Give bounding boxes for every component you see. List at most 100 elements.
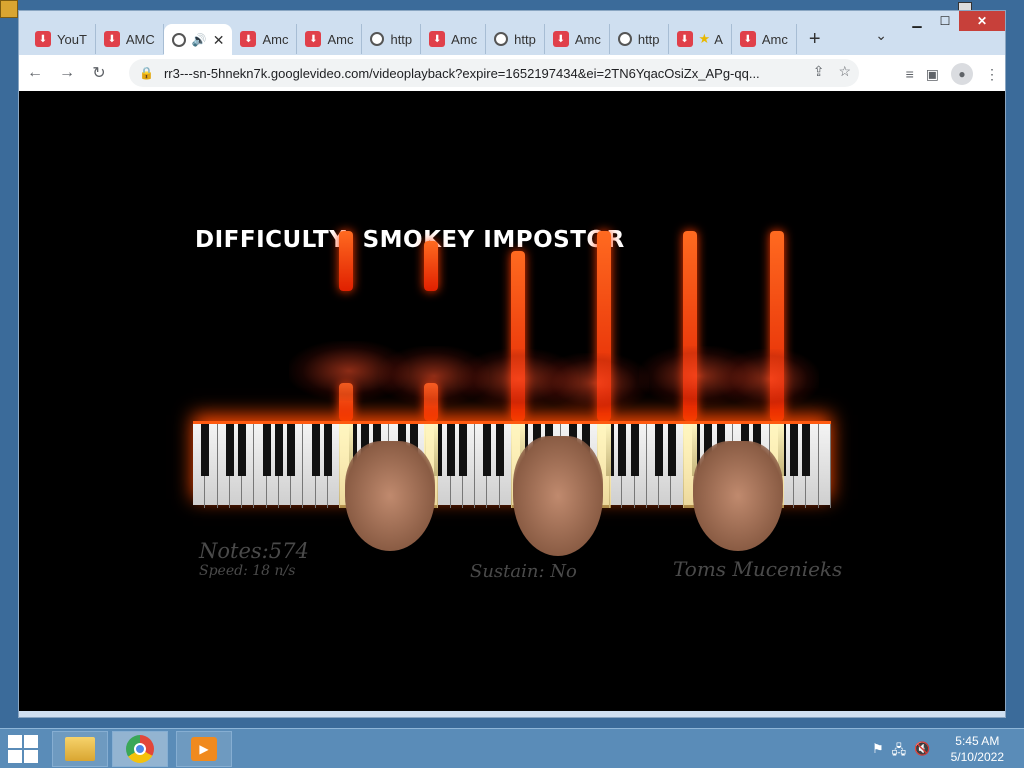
chrome-icon bbox=[126, 735, 154, 763]
clock-date: 5/10/2022 bbox=[950, 750, 1004, 764]
piano-black-key bbox=[225, 424, 234, 476]
lock-icon[interactable]: 🔒 bbox=[139, 66, 154, 80]
download-icon: ⬇ bbox=[739, 31, 756, 47]
browser-window: ⬇ YouT ⬇ AMC 🔊 ✕ ⬇ Amc ⬇ Amc http ⬇ Amc http ⬇… bbox=[18, 10, 1006, 718]
piano-black-key bbox=[790, 424, 799, 476]
tab-5[interactable]: ⬇ Amc bbox=[297, 24, 363, 54]
piano-black-key bbox=[274, 424, 283, 476]
start-button[interactable] bbox=[8, 735, 38, 763]
left-hand bbox=[345, 441, 435, 551]
piano-black-key bbox=[802, 424, 811, 476]
network-icon[interactable]: 🖧 bbox=[892, 741, 907, 763]
piano-black-key bbox=[311, 424, 320, 476]
falling-note bbox=[424, 241, 438, 291]
globe-icon bbox=[617, 32, 632, 46]
tab-strip: ⬇ YouT ⬇ AMC 🔊 ✕ ⬇ Amc ⬇ Amc http ⬇ Amc http ⬇… bbox=[27, 23, 821, 56]
media-player-taskbar-button[interactable]: ▶ bbox=[176, 731, 232, 767]
tab-search-chevron-icon[interactable]: ⌄ bbox=[875, 27, 887, 44]
tab-label: A bbox=[714, 31, 723, 47]
tab-12[interactable]: ⬇ Amc bbox=[732, 24, 797, 54]
tab-11[interactable]: ⬇ ★ A bbox=[669, 24, 732, 54]
piano-black-key bbox=[630, 424, 639, 476]
speed-readout: Speed: 18 n/s bbox=[199, 563, 296, 579]
volume-muted-icon[interactable]: 🔇 bbox=[914, 741, 930, 763]
smoke-effect bbox=[539, 353, 649, 413]
piano-black-key bbox=[483, 424, 492, 476]
video-player[interactable]: DIFFICULTY: SMOKEY IMPOSTOR Notes:574 Sp… bbox=[19, 91, 1005, 711]
menu-kebab-icon[interactable]: ⋮ bbox=[985, 66, 999, 83]
title-bar: ⬇ YouT ⬇ AMC 🔊 ✕ ⬇ Amc ⬇ Amc http ⬇ Amc http ⬇… bbox=[19, 11, 1005, 56]
piano-black-key bbox=[667, 424, 676, 476]
close-window-button[interactable]: ✕ bbox=[959, 11, 1005, 31]
tab-6[interactable]: http bbox=[362, 24, 422, 54]
tab-4[interactable]: ⬇ Amc bbox=[232, 24, 298, 54]
globe-icon bbox=[171, 33, 186, 47]
tab-label: AMC bbox=[125, 31, 155, 47]
window-controls: ▁ ☐ ✕ bbox=[903, 11, 1005, 33]
desktop-icon-corner bbox=[0, 0, 18, 18]
media-control-icon[interactable]: ≡ bbox=[906, 66, 914, 82]
url-text[interactable]: rr3---sn-5hnekn7k.googlevideo.com/videop… bbox=[164, 66, 804, 81]
piano-black-key bbox=[323, 424, 332, 476]
tab-label: Amc bbox=[761, 31, 788, 47]
tab-2[interactable]: ⬇ AMC bbox=[96, 24, 164, 54]
profile-avatar-icon[interactable]: ● bbox=[951, 63, 973, 85]
download-icon: ⬇ bbox=[103, 31, 120, 47]
folder-icon bbox=[65, 737, 95, 761]
share-icon[interactable]: ⇪ bbox=[813, 63, 825, 80]
address-bar[interactable]: 🔒 rr3---sn-5hnekn7k.googlevideo.com/vide… bbox=[129, 59, 859, 87]
system-tray: ⚑ 🖧 🔇 bbox=[872, 741, 930, 763]
chrome-taskbar-button[interactable] bbox=[112, 731, 168, 767]
download-icon: ⬇ bbox=[429, 31, 446, 47]
new-tab-button[interactable]: + bbox=[809, 28, 821, 51]
download-icon: ⬇ bbox=[552, 31, 569, 47]
piano-black-key bbox=[262, 424, 271, 476]
piano-black-key bbox=[655, 424, 664, 476]
download-icon: ⬇ bbox=[305, 31, 322, 47]
globe-icon bbox=[494, 32, 509, 46]
file-explorer-button[interactable] bbox=[52, 731, 108, 767]
reload-icon[interactable]: ↻ bbox=[83, 63, 115, 83]
piano-black-key bbox=[618, 424, 627, 476]
smoke-effect bbox=[719, 349, 819, 409]
middle-hand bbox=[513, 436, 603, 556]
bookmark-star-icon[interactable]: ☆ bbox=[838, 63, 851, 80]
tab-label: Amc bbox=[262, 31, 289, 47]
browser-toolbar: ← → ↻ 🔒 rr3---sn-5hnekn7k.googlevideo.co… bbox=[19, 55, 1005, 91]
piano-black-key bbox=[238, 424, 247, 476]
right-hand bbox=[693, 441, 783, 551]
star-icon: ★ bbox=[698, 31, 711, 46]
piano-black-key bbox=[495, 424, 504, 476]
falling-note bbox=[339, 231, 353, 291]
tab-1[interactable]: ⬇ YouT bbox=[27, 24, 96, 54]
download-icon: ⬇ bbox=[35, 31, 51, 47]
taskbar: ▶ ⚑ 🖧 🔇 5:45 AM 5/10/2022 bbox=[0, 728, 1024, 768]
tab-9[interactable]: ⬇ Amc bbox=[545, 24, 610, 54]
clock-time: 5:45 AM bbox=[955, 734, 1000, 748]
tab-8[interactable]: http bbox=[486, 24, 545, 54]
tab-label: YouT bbox=[57, 31, 87, 47]
tab-7[interactable]: ⬇ Amc bbox=[421, 24, 487, 54]
notes-count: Notes:574 bbox=[199, 539, 309, 563]
clock[interactable]: 5:45 AM 5/10/2022 bbox=[951, 733, 1004, 765]
forward-arrow-icon[interactable]: → bbox=[51, 64, 83, 82]
piano-white-key bbox=[819, 424, 831, 508]
minimize-button[interactable]: ▁ bbox=[903, 11, 931, 31]
tab-label: http bbox=[637, 31, 660, 47]
side-panel-icon[interactable]: ▣ bbox=[926, 66, 939, 83]
download-icon: ⬇ bbox=[240, 31, 257, 47]
sustain-status: Sustain: No bbox=[470, 561, 577, 582]
tab-label: Amc bbox=[574, 31, 601, 47]
tab-active[interactable]: 🔊 ✕ bbox=[163, 24, 233, 56]
tab-label: Amc bbox=[327, 31, 354, 47]
flag-alert-icon[interactable]: ⚑ bbox=[872, 741, 884, 763]
speaker-icon[interactable]: 🔊 bbox=[192, 33, 207, 47]
maximize-button[interactable]: ☐ bbox=[931, 11, 959, 31]
piano-black-key bbox=[201, 424, 210, 476]
tab-label: http bbox=[390, 31, 413, 47]
close-tab-icon[interactable]: ✕ bbox=[213, 32, 225, 49]
tab-label: http bbox=[514, 31, 536, 47]
back-arrow-icon[interactable]: ← bbox=[19, 64, 51, 82]
piano-black-key bbox=[287, 424, 296, 476]
tab-10[interactable]: http bbox=[610, 24, 669, 54]
